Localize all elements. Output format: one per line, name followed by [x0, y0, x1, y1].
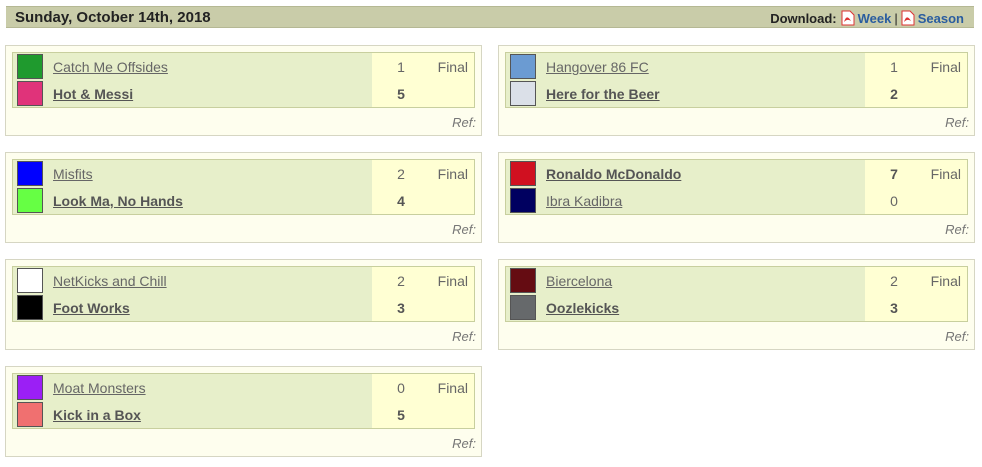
- game-status: Final: [437, 59, 468, 75]
- away-score: 5: [397, 407, 405, 423]
- team-name-link[interactable]: Kick in a Box: [53, 407, 141, 423]
- pdf-icon: [901, 10, 915, 26]
- pdf-icon: [841, 10, 855, 26]
- team-color-swatch: [17, 161, 43, 186]
- team-color-swatch: [510, 161, 536, 186]
- referee-label: Ref:: [452, 222, 476, 237]
- team-name-link[interactable]: Hangover 86 FC: [546, 59, 649, 75]
- away-score: 0: [890, 193, 898, 209]
- game-status: Final: [437, 273, 468, 289]
- game-card: Hangover 86 FC Here for the Beer 1 2 Fin…: [498, 45, 975, 136]
- download-week-link[interactable]: Week: [858, 11, 892, 26]
- referee-label: Ref:: [945, 115, 969, 130]
- home-score: 1: [397, 59, 405, 75]
- team-name-link[interactable]: Catch Me Offsides: [53, 59, 168, 75]
- home-score: 7: [890, 166, 898, 182]
- matchup: Biercelona Oozlekicks 2 3 Final: [505, 266, 968, 322]
- score-box: 1 5 Final: [372, 53, 474, 107]
- matchup: Misfits Look Ma, No Hands 2 4 Final: [12, 159, 475, 215]
- away-score: 4: [397, 193, 405, 209]
- download-links: Download: Week | Season: [770, 10, 964, 26]
- score-box: 1 2 Final: [865, 53, 967, 107]
- download-season-link[interactable]: Season: [918, 11, 964, 26]
- team-name-link[interactable]: Foot Works: [53, 300, 130, 316]
- team-color-swatch: [17, 375, 43, 400]
- game-card: Moat Monsters Kick in a Box 0 5 Final Re…: [5, 366, 482, 457]
- game-card: Biercelona Oozlekicks 2 3 Final Ref:: [498, 259, 975, 350]
- score-box: 2 4 Final: [372, 160, 474, 214]
- team-name-link[interactable]: Here for the Beer: [546, 86, 660, 102]
- team-color-swatch: [510, 295, 536, 320]
- home-score: 2: [890, 273, 898, 289]
- score-box: 0 5 Final: [372, 374, 474, 428]
- team-name-link[interactable]: Ibra Kadibra: [546, 193, 622, 209]
- team-name-link[interactable]: Hot & Messi: [53, 86, 133, 102]
- team-color-swatch: [17, 295, 43, 320]
- team-color-swatch: [17, 81, 43, 106]
- away-score: 3: [397, 300, 405, 316]
- team-color-swatch: [510, 268, 536, 293]
- team-color-swatch: [510, 81, 536, 106]
- team-color-swatch: [17, 54, 43, 79]
- game-status: Final: [437, 380, 468, 396]
- game-card: Catch Me Offsides Hot & Messi 1 5 Final …: [5, 45, 482, 136]
- game-card: Ronaldo McDonaldo Ibra Kadibra 7 0 Final…: [498, 152, 975, 243]
- game-status: Final: [930, 166, 961, 182]
- team-name-link[interactable]: Moat Monsters: [53, 380, 146, 396]
- score-box: 2 3 Final: [865, 267, 967, 321]
- referee-label: Ref:: [452, 115, 476, 130]
- schedule-date: Sunday, October 14th, 2018: [15, 9, 211, 26]
- matchup: Hangover 86 FC Here for the Beer 1 2 Fin…: [505, 52, 968, 108]
- team-color-swatch: [510, 54, 536, 79]
- download-label: Download:: [770, 10, 837, 26]
- away-score: 2: [890, 86, 898, 102]
- home-score: 1: [890, 59, 898, 75]
- team-color-swatch: [17, 268, 43, 293]
- home-score: 0: [397, 380, 405, 396]
- home-score: 2: [397, 166, 405, 182]
- team-color-swatch: [17, 402, 43, 427]
- team-name-link[interactable]: Misfits: [53, 166, 93, 182]
- matchup: Moat Monsters Kick in a Box 0 5 Final: [12, 373, 475, 429]
- referee-label: Ref:: [945, 329, 969, 344]
- referee-label: Ref:: [452, 436, 476, 451]
- team-name-link[interactable]: NetKicks and Chill: [53, 273, 167, 289]
- away-score: 5: [397, 86, 405, 102]
- home-score: 2: [397, 273, 405, 289]
- game-status: Final: [930, 59, 961, 75]
- team-color-swatch: [17, 188, 43, 213]
- referee-label: Ref:: [452, 329, 476, 344]
- team-name-link[interactable]: Ronaldo McDonaldo: [546, 166, 681, 182]
- game-status: Final: [930, 273, 961, 289]
- link-separator: |: [894, 10, 898, 26]
- score-box: 7 0 Final: [865, 160, 967, 214]
- schedule-header: Sunday, October 14th, 2018 Download: Wee…: [6, 6, 974, 28]
- game-card: Misfits Look Ma, No Hands 2 4 Final Ref:: [5, 152, 482, 243]
- team-color-swatch: [510, 188, 536, 213]
- matchup: Ronaldo McDonaldo Ibra Kadibra 7 0 Final: [505, 159, 968, 215]
- matchup: Catch Me Offsides Hot & Messi 1 5 Final: [12, 52, 475, 108]
- matchup: NetKicks and Chill Foot Works 2 3 Final: [12, 266, 475, 322]
- team-name-link[interactable]: Oozlekicks: [546, 300, 619, 316]
- game-status: Final: [437, 166, 468, 182]
- team-name-link[interactable]: Biercelona: [546, 273, 612, 289]
- referee-label: Ref:: [945, 222, 969, 237]
- away-score: 3: [890, 300, 898, 316]
- score-box: 2 3 Final: [372, 267, 474, 321]
- team-name-link[interactable]: Look Ma, No Hands: [53, 193, 183, 209]
- game-card: NetKicks and Chill Foot Works 2 3 Final …: [5, 259, 482, 350]
